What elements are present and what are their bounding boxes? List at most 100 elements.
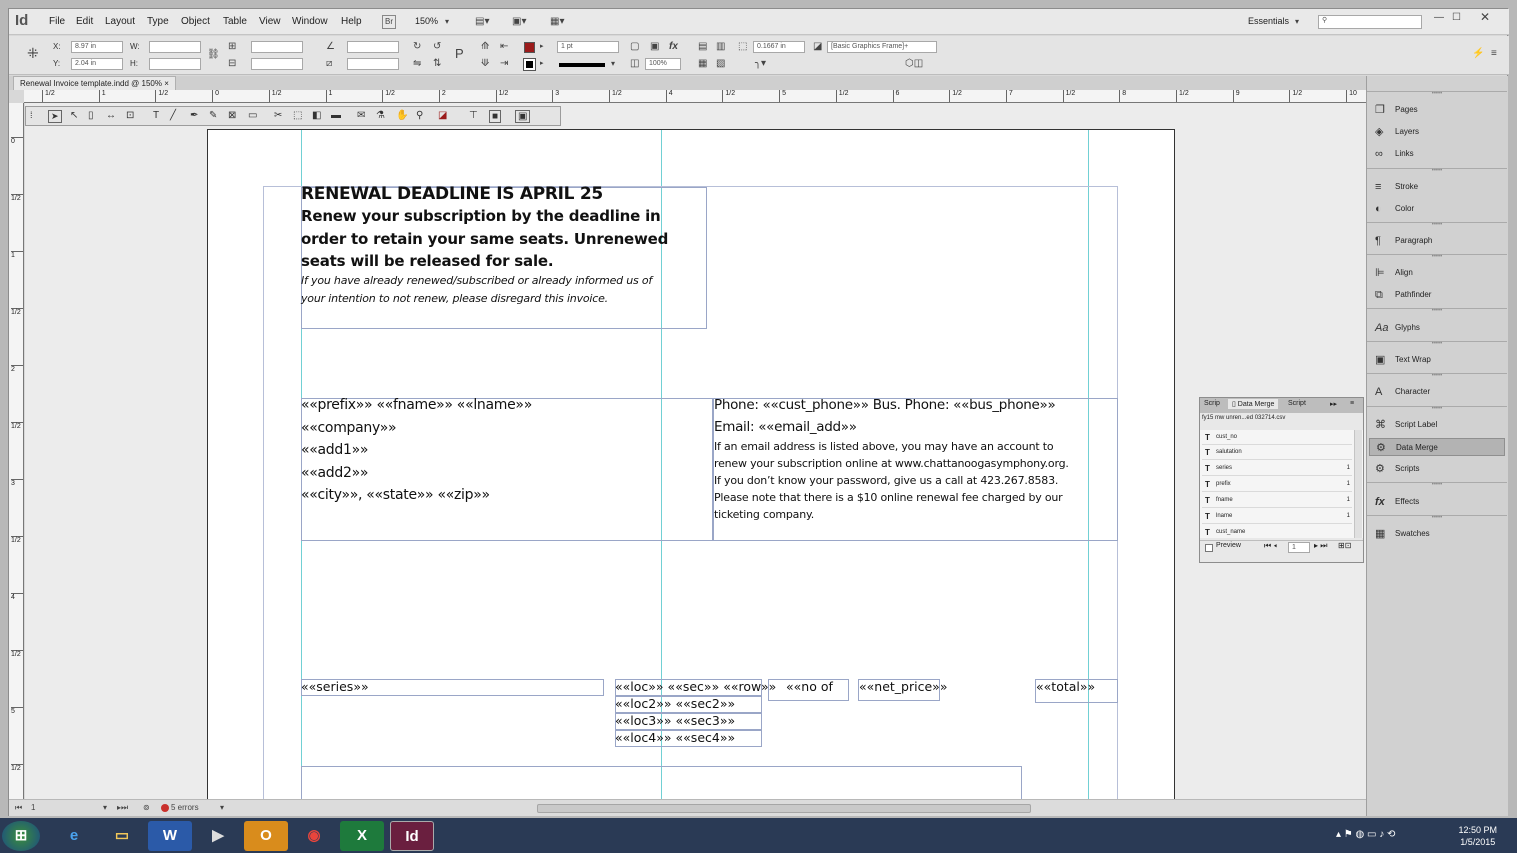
menu-file[interactable]: File <box>49 16 65 27</box>
tab-script-label[interactable]: Scrip <box>1204 400 1220 407</box>
bridge-icon[interactable]: Br <box>382 15 396 29</box>
document-page[interactable]: RENEWAL DEADLINE IS APRIL 25 Renew your … <box>207 129 1175 800</box>
reference-point-icon[interactable]: ⁜ <box>27 46 39 60</box>
info-line[interactable]: renew your subscription online at www.ch… <box>714 457 1069 470</box>
panel-links[interactable]: ∞ Links <box>1369 145 1505 163</box>
hand-tool-icon[interactable]: ✋ <box>396 110 408 121</box>
record-number-field[interactable]: 1 <box>1288 542 1310 553</box>
rotate-cw-icon[interactable]: ↻ <box>413 41 421 53</box>
net-price-frame[interactable]: ««net_price»» <box>858 679 947 701</box>
chevron-down-icon[interactable]: ▾ <box>445 16 449 28</box>
chevron-down-icon[interactable]: ▾ <box>220 802 224 814</box>
scissors-tool-icon[interactable]: ✂ <box>274 110 282 121</box>
horizontal-scrollbar[interactable] <box>537 804 1031 813</box>
panel-glyphs[interactable]: Aa Glyphs <box>1369 319 1505 337</box>
panel-script-label[interactable]: ⌘ Script Label <box>1369 416 1505 434</box>
corner-shape-icon[interactable]: ╮▾ <box>755 58 766 70</box>
panel-stroke[interactable]: ≡ Stroke <box>1369 178 1505 196</box>
chevron-right-icon[interactable]: ▸ <box>540 58 544 70</box>
chrome-icon[interactable]: ◉ <box>292 821 336 851</box>
no-of-frame[interactable]: ««no of <box>768 679 849 701</box>
shear-icon[interactable]: ⧄ <box>326 58 332 70</box>
panel-menu-icon[interactable]: ≡ <box>1491 48 1497 60</box>
select-content-icon[interactable]: ⟱ <box>481 58 489 70</box>
loc-frame[interactable]: ««loc2»» ««sec2»» <box>615 696 762 713</box>
flip-v-icon[interactable]: ⇅ <box>433 58 441 70</box>
close-icon[interactable]: ✕ <box>1480 11 1490 23</box>
shear-field[interactable] <box>347 58 399 70</box>
open-in-explorer-icon[interactable]: ⊚ <box>143 802 150 814</box>
pasteboard[interactable]: RENEWAL DEADLINE IS APRIL 25 Renew your … <box>25 103 1366 800</box>
panel-align[interactable]: ⊫ Align <box>1369 264 1505 282</box>
loc-frame[interactable]: ««loc3»» ««sec3»» <box>615 713 762 730</box>
subhead-line[interactable]: Renew your subscription by the deadline … <box>301 207 661 225</box>
clock[interactable]: 12:50 PM 1/5/2015 <box>1458 824 1497 848</box>
wrap-around-icon[interactable]: ▥ <box>716 41 725 53</box>
preview-mode-icon[interactable]: ▣ <box>515 110 531 123</box>
chevron-down-icon[interactable]: ▾ <box>1295 16 1299 28</box>
preview-checkbox[interactable] <box>1205 544 1213 552</box>
scale-x-field[interactable] <box>251 41 303 53</box>
gradient-feather-tool-icon[interactable]: ▬ <box>331 110 341 121</box>
content-collector-icon[interactable]: ⊡ <box>126 110 134 121</box>
eyedropper-tool-icon[interactable]: ⚗ <box>376 110 385 121</box>
loc-row[interactable]: ««loc3»» ««sec3»» <box>615 713 735 728</box>
select-prev-icon[interactable]: ⇤ <box>500 41 508 53</box>
address-text-frame[interactable]: ««prefix»» ««fname»» ««lname»» ««company… <box>301 397 713 541</box>
page-number[interactable]: 1 <box>31 802 35 814</box>
field-row[interactable]: Tcust_no <box>1202 430 1352 445</box>
offset-field[interactable]: 0.1667 in <box>753 41 805 53</box>
effects-icon[interactable]: fx <box>669 41 678 53</box>
line-tool-icon[interactable]: ╱ <box>170 110 176 121</box>
menu-edit[interactable]: Edit <box>76 16 93 27</box>
panel-pathfinder[interactable]: ⧉ Pathfinder <box>1369 286 1505 304</box>
rotation-field[interactable] <box>347 41 399 53</box>
scale-y-icon[interactable]: ⊟ <box>228 58 236 70</box>
system-tray-icons[interactable]: ▴ ⚑ ◍ ▭ ♪ ⟲ <box>1336 829 1395 840</box>
contact-text-frame[interactable]: Phone: ««cust_phone»» Bus. Phone: ««bus_… <box>713 397 1118 541</box>
type-tool-icon[interactable]: T <box>153 110 159 121</box>
x-field[interactable]: 8.97 in <box>71 41 123 53</box>
loc-frame[interactable]: ««loc4»» ««sec4»» <box>615 730 762 747</box>
first-page-icon[interactable]: ⏮ <box>15 802 22 814</box>
total-frame[interactable]: ««total»» <box>1035 679 1118 703</box>
address-line[interactable]: ««add2»» <box>301 465 368 481</box>
headline-text-frame[interactable]: RENEWAL DEADLINE IS APRIL 25 Renew your … <box>301 184 707 329</box>
word-icon[interactable]: W <box>148 821 192 851</box>
internet-explorer-icon[interactable]: e <box>52 821 96 851</box>
phone-line[interactable]: Phone: ««cust_phone»» Bus. Phone: ««bus_… <box>714 397 1056 413</box>
menu-table[interactable]: Table <box>223 16 247 27</box>
subhead-line[interactable]: order to retain your same seats. Unrenew… <box>301 230 668 248</box>
panel-pages[interactable]: ❐ Pages <box>1369 101 1505 119</box>
address-line[interactable]: ««add1»» <box>301 442 368 458</box>
normal-view-icon[interactable]: ■ <box>489 110 502 123</box>
field-row[interactable]: Tlname 1 <box>1202 509 1352 524</box>
minimize-icon[interactable]: — <box>1434 12 1444 24</box>
address-line[interactable]: ««company»» <box>301 420 397 436</box>
address-line[interactable]: ««prefix»» ««fname»» ««lname»» <box>301 397 532 413</box>
subhead-line[interactable]: seats will be released for sale. <box>301 252 554 270</box>
fit-content-icon[interactable]: ▣ <box>650 41 659 53</box>
distribute-icon[interactable]: ▧ <box>716 58 725 70</box>
note-tool-icon[interactable]: ✉ <box>357 110 365 121</box>
panel-effects[interactable]: fx Effects <box>1369 493 1505 511</box>
stroke-swatch[interactable] <box>523 58 536 71</box>
direct-selection-tool-icon[interactable]: ↖ <box>70 110 78 121</box>
panel-menu-icon[interactable]: ≡ <box>1350 400 1354 407</box>
info-line[interactable]: If an email address is listed above, you… <box>714 440 1054 453</box>
rotate-icon[interactable]: ∠ <box>326 41 335 53</box>
series-frame[interactable]: ««series»» <box>301 679 604 696</box>
field-row[interactable]: Tcust_name <box>1202 525 1352 538</box>
loc-frame[interactable]: ««loc»» ««sec»» ««row»» <box>615 679 776 696</box>
create-merged-document-icon[interactable]: ⊞⊡ <box>1338 541 1351 550</box>
next-page-icon[interactable]: ▸⏭ <box>117 802 128 814</box>
search-input[interactable]: ⚲ <box>1318 15 1422 29</box>
opacity-field[interactable]: 100% <box>645 58 681 70</box>
menu-window[interactable]: Window <box>292 16 328 27</box>
scale-x-icon[interactable]: ⊞ <box>228 41 236 53</box>
panel-paragraph[interactable]: ¶ Paragraph <box>1369 232 1505 250</box>
series-field[interactable]: ««series»» <box>301 679 369 694</box>
rectangle-frame-tool-icon[interactable]: ⊠ <box>228 110 236 121</box>
preflight-error-icon[interactable] <box>161 804 169 812</box>
panel-swatches[interactable]: ▦ Swatches <box>1369 525 1505 543</box>
